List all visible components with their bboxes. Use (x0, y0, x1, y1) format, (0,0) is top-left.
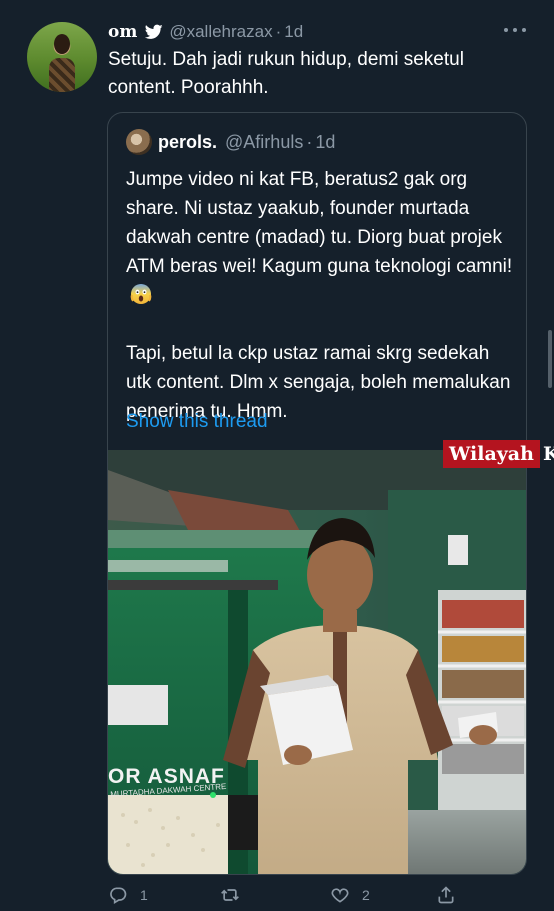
quoted-paragraph-text: Jumpe video ni kat FB, beratus2 gak org … (126, 169, 513, 277)
twitter-bird-icon (145, 24, 163, 39)
separator-dot: · (306, 131, 313, 152)
quoted-tweet-header: perols. @Afirhuls · 1d (158, 130, 335, 154)
quoted-author-handle[interactable]: @Afirhuls (225, 132, 303, 153)
timeline: om @xallehrazax · 1d Setuju. Dah jadi ru… (0, 0, 554, 911)
reply-icon (110, 887, 127, 904)
tweet-text: Setuju. Dah jadi rukun hidup, demi seket… (108, 49, 464, 98)
tweet-actions: 1 2 (108, 884, 458, 906)
more-options-icon[interactable] (504, 20, 526, 40)
avatar-head (54, 34, 70, 54)
watermark-badge: Wilayah (443, 440, 540, 468)
share-button[interactable] (436, 884, 468, 906)
separator-dot: · (275, 22, 282, 41)
quoted-author-display-name[interactable]: perols. (158, 132, 217, 153)
quoted-media[interactable]: OR ASNAF MURTADHA DAKWAH CENTRE (108, 450, 526, 874)
author-display-name[interactable]: om (108, 22, 137, 42)
tweet-time[interactable]: 1d (284, 22, 303, 42)
reply-button[interactable]: 1 (108, 884, 148, 906)
media-image (108, 450, 526, 874)
more-dot (513, 28, 517, 32)
show-thread-link[interactable]: Show this thread (126, 411, 268, 433)
like-count: 2 (362, 887, 370, 903)
avatar-body (49, 58, 75, 92)
quoted-paragraph: Jumpe video ni kat FB, beratus2 gak org … (126, 165, 516, 310)
reply-count: 1 (140, 887, 148, 903)
quoted-tweet[interactable]: perols. @Afirhuls · 1d Jumpe video ni ka… (107, 112, 527, 875)
author-handle[interactable]: @xallehrazax (169, 22, 272, 42)
more-dot (522, 28, 526, 32)
heart-icon (331, 888, 349, 903)
scrollbar-thumb[interactable] (548, 330, 552, 388)
share-icon (438, 886, 454, 904)
quoted-tweet-time[interactable]: 1d (315, 132, 335, 153)
retweet-icon (221, 889, 239, 901)
author-avatar[interactable] (27, 22, 97, 92)
more-dot (504, 28, 508, 32)
watermark-trailing: K (543, 443, 554, 465)
like-button[interactable]: 2 (330, 884, 370, 906)
tweet-header: om @xallehrazax · 1d (108, 20, 303, 44)
retweet-button[interactable] (220, 884, 252, 906)
screaming-face-emoji-icon (130, 284, 152, 304)
quoted-author-avatar[interactable] (126, 129, 152, 155)
quoted-tweet-text: Jumpe video ni kat FB, beratus2 gak org … (126, 165, 516, 426)
